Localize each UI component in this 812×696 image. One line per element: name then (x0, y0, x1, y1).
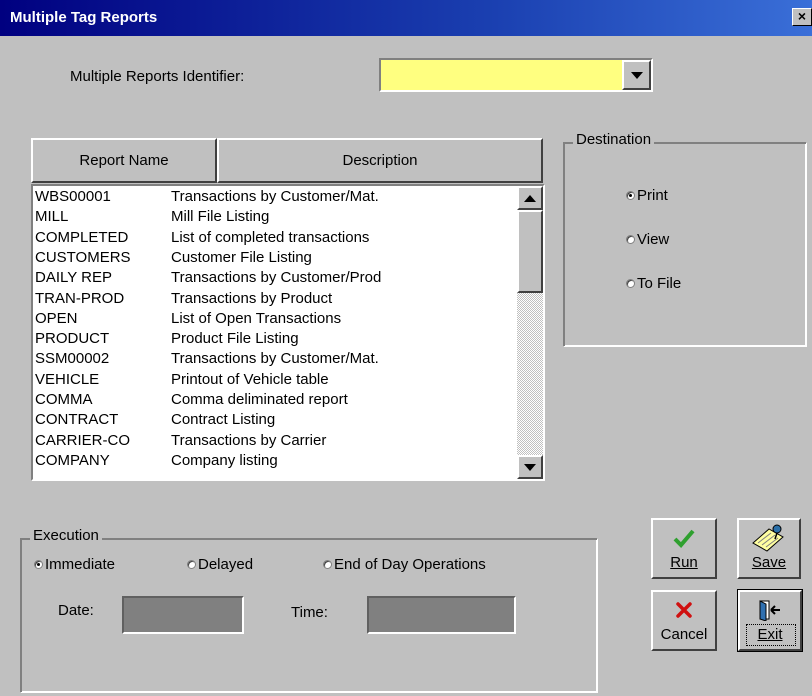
execution-radio-delayed[interactable]: Delayed (187, 556, 253, 573)
scroll-down-button[interactable] (517, 455, 543, 479)
destination-legend: Destination (573, 131, 655, 148)
window-title: Multiple Tag Reports (10, 9, 158, 26)
destination-print-label: Print (637, 187, 668, 204)
time-label: Time: (291, 604, 328, 621)
report-name-cell: CARRIER-CO (35, 431, 131, 449)
column-header-report-name[interactable]: Report Name (31, 138, 217, 183)
radio-selected-icon (626, 191, 635, 200)
cancel-button[interactable]: Cancel (651, 590, 717, 651)
report-name-cell: SSM00002 (35, 350, 110, 368)
exit-button[interactable]: Exit (737, 589, 803, 652)
report-name-cell: WBS00001 (35, 188, 111, 205)
column-header-report-name-label: Report Name (79, 152, 169, 169)
report-description-cell: Contract Listing (171, 411, 276, 429)
execution-radio-immediate[interactable]: Immediate (34, 556, 115, 573)
report-name-cell: OPEN (35, 309, 78, 327)
report-description-cell: Comma deliminated report (171, 391, 348, 408)
column-header-description[interactable]: Description (217, 138, 543, 183)
report-description-cell: List of Open Transactions (171, 309, 342, 327)
date-field[interactable] (122, 596, 244, 634)
checkmark-icon (653, 526, 715, 550)
x-icon (653, 598, 715, 622)
report-name-cell: COMPANY (35, 451, 110, 469)
radio-unselected-icon (626, 235, 635, 244)
destination-to-file-label: To File (637, 275, 682, 292)
report-list[interactable]: WBS00001 Transactions by Customer/Mat. MIL… (31, 184, 545, 481)
close-button[interactable]: × (792, 8, 812, 26)
destination-radio-print[interactable]: Print (626, 187, 668, 204)
chevron-down-icon (631, 72, 643, 79)
report-description-cell: Company listing (171, 451, 278, 469)
identifier-dropdown-button[interactable] (622, 60, 651, 90)
save-button[interactable]: Save (737, 518, 801, 579)
execution-end-of-day-label: End of Day Operations (334, 556, 486, 573)
report-description-cell: Transactions by Customer/Prod (171, 269, 382, 287)
report-description-cell: Product File Listing (171, 330, 299, 348)
run-button[interactable]: Run (651, 518, 717, 579)
report-name-cell: DAILY REP (35, 269, 112, 287)
destination-radio-to-file[interactable]: To File (626, 275, 681, 292)
time-field[interactable] (367, 596, 516, 634)
save-button-label: Save (751, 554, 787, 571)
execution-radio-end-of-day[interactable]: End of Day Operations (323, 556, 486, 573)
radio-unselected-icon (323, 560, 332, 569)
report-description-cell: Transactions by Product (171, 289, 333, 307)
notepad-pushpin-icon (739, 524, 799, 552)
report-name-cell: TRAN-PROD (35, 289, 125, 307)
report-description-cell: Transactions by Customer/Mat. (171, 350, 379, 368)
radio-selected-icon (34, 560, 43, 569)
report-description-cell: Transactions by Customer/Mat. (171, 188, 379, 205)
cancel-button-label: Cancel (660, 626, 708, 643)
report-list-scrollbar[interactable] (517, 186, 543, 479)
report-name-cell: MILL (35, 208, 69, 226)
report-description-cell: Transactions by Carrier (171, 431, 327, 449)
report-description-cell: Printout of Vehicle table (171, 370, 329, 388)
identifier-label: Multiple Reports Identifier: (70, 68, 245, 85)
report-name-cell: VEHICLE (35, 370, 100, 388)
arrow-down-icon (524, 464, 536, 471)
radio-unselected-icon (626, 279, 635, 288)
scroll-thumb[interactable] (517, 210, 543, 293)
report-name-cell: COMPLETED (35, 228, 129, 246)
report-name-cell: CUSTOMERS (35, 248, 131, 266)
report-description-cell: Mill File Listing (171, 208, 270, 226)
report-description-cell: Customer File Listing (171, 248, 312, 266)
report-name-cell: CONTRACT (35, 411, 119, 429)
report-name-cell: PRODUCT (35, 330, 110, 348)
destination-view-label: View (637, 231, 670, 248)
date-label: Date: (58, 602, 94, 619)
scroll-up-button[interactable] (517, 186, 543, 210)
report-name-cell: COMMA (35, 391, 93, 408)
destination-group (563, 142, 807, 347)
execution-immediate-label: Immediate (45, 556, 116, 573)
radio-unselected-icon (187, 560, 196, 569)
run-button-label: Run (670, 554, 698, 571)
column-header-description-label: Description (342, 152, 418, 169)
identifier-combobox[interactable] (379, 58, 653, 92)
execution-legend: Execution (30, 527, 102, 544)
arrow-up-icon (524, 195, 536, 202)
report-description-cell: List of completed transactions (171, 228, 370, 246)
execution-delayed-label: Delayed (198, 556, 254, 573)
door-exit-icon (740, 598, 800, 622)
exit-button-label: Exit (757, 626, 783, 643)
destination-radio-view[interactable]: View (626, 231, 669, 248)
